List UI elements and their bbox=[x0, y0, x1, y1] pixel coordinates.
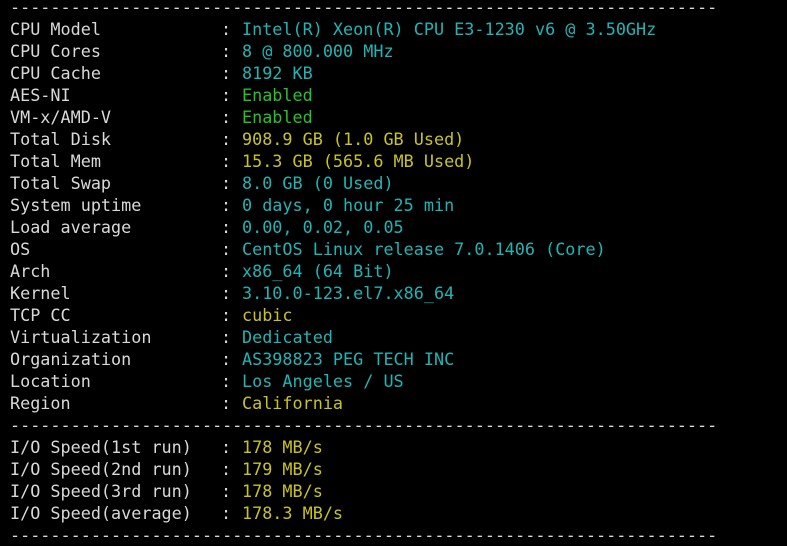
row-value: 15.3 GB (565.6 MB Used) bbox=[242, 151, 475, 171]
row-value: 3.10.0-123.el7.x86_64 bbox=[242, 283, 455, 303]
row-value: 8192 KB bbox=[242, 63, 313, 83]
colon: : bbox=[221, 261, 232, 281]
row-io-run2: I/O Speed(2nd run):179 MB/s bbox=[10, 458, 785, 480]
row-label: Location bbox=[10, 371, 91, 391]
row-value: 178 MB/s bbox=[242, 481, 323, 501]
colon: : bbox=[221, 41, 232, 61]
row-value: CentOS Linux release 7.0.1406 (Core) bbox=[242, 239, 606, 259]
row-label: Organization bbox=[10, 349, 132, 369]
row-virtualization: Virtualization: Dedicated bbox=[10, 326, 785, 348]
row-region: Region: California bbox=[10, 392, 785, 414]
row-total-swap: Total Swap:8.0 GB (0 Used) bbox=[10, 172, 785, 194]
colon: : bbox=[221, 327, 232, 347]
row-label: Kernel bbox=[10, 283, 71, 303]
row-label: Total Mem bbox=[10, 151, 101, 171]
row-kernel: Kernel:3.10.0-123.el7.x86_64 bbox=[10, 282, 785, 304]
colon: : bbox=[221, 283, 232, 303]
row-value: AS398823 PEG TECH INC bbox=[242, 349, 455, 369]
row-io-average: I/O Speed(average):178.3 MB/s bbox=[10, 502, 785, 524]
row-value: 178.3 MB/s bbox=[242, 503, 344, 523]
colon: : bbox=[221, 349, 232, 369]
row-value: 0 days, 0 hour 25 min bbox=[242, 195, 455, 215]
colon: : bbox=[221, 459, 232, 479]
row-value: 178 MB/s bbox=[242, 437, 323, 457]
colon: : bbox=[221, 239, 232, 259]
row-label: I/O Speed(1st run) bbox=[10, 437, 192, 457]
row-value: cubic bbox=[242, 305, 293, 325]
row-value: x86_64 (64 Bit) bbox=[242, 261, 394, 281]
row-value: Los Angeles / US bbox=[242, 371, 404, 391]
row-value: California bbox=[242, 393, 344, 413]
row-value: 908.9 GB (1.0 GB Used) bbox=[242, 129, 465, 149]
row-arch: Arch: x86_64 (64 Bit) bbox=[10, 260, 785, 282]
row-io-run1: I/O Speed(1st run):178 MB/s bbox=[10, 436, 785, 458]
row-label: Virtualization bbox=[10, 327, 152, 347]
row-label: CPU Model bbox=[10, 19, 101, 39]
row-label: VM-x/AMD-V bbox=[10, 107, 112, 127]
terminal-output: ----------------------------------------… bbox=[10, 0, 785, 546]
row-tcp-cc: TCP CC: cubic bbox=[10, 304, 785, 326]
row-label: I/O Speed(average) bbox=[10, 503, 192, 523]
row-cpu-cache: CPU Cache:8192 KB bbox=[10, 62, 785, 84]
row-value: Enabled bbox=[242, 107, 313, 127]
colon: : bbox=[221, 173, 232, 193]
row-value: 8 @ 800.000 MHz bbox=[242, 41, 394, 61]
row-total-disk: Total Disk:908.9 GB (1.0 GB Used) bbox=[10, 128, 785, 150]
colon: : bbox=[221, 85, 232, 105]
row-value: Dedicated bbox=[242, 327, 333, 347]
colon: : bbox=[221, 305, 232, 325]
colon: : bbox=[221, 129, 232, 149]
separator-line: ----------------------------------------… bbox=[10, 0, 718, 17]
row-value: Enabled bbox=[242, 85, 313, 105]
row-label: Region bbox=[10, 393, 71, 413]
separator-line: ----------------------------------------… bbox=[10, 415, 718, 435]
row-load-average: Load average:0.00, 0.02, 0.05 bbox=[10, 216, 785, 238]
colon: : bbox=[221, 393, 232, 413]
row-label: Total Disk bbox=[10, 129, 112, 149]
row-value: Intel(R) Xeon(R) CPU E3-1230 v6 @ 3.50GH… bbox=[242, 19, 657, 39]
colon: : bbox=[221, 19, 232, 39]
row-io-run3: I/O Speed(3rd run):178 MB/s bbox=[10, 480, 785, 502]
colon: : bbox=[221, 481, 232, 501]
row-label: System uptime bbox=[10, 195, 142, 215]
row-label: Total Swap bbox=[10, 173, 112, 193]
row-location: Location: Los Angeles / US bbox=[10, 370, 785, 392]
row-aes-ni: AES-NI: Enabled bbox=[10, 84, 785, 106]
row-organization: Organization: AS398823 PEG TECH INC bbox=[10, 348, 785, 370]
colon: : bbox=[221, 437, 232, 457]
row-label: CPU Cores bbox=[10, 41, 101, 61]
row-total-mem: Total Mem:15.3 GB (565.6 MB Used) bbox=[10, 150, 785, 172]
colon: : bbox=[221, 371, 232, 391]
colon: : bbox=[221, 107, 232, 127]
row-label: AES-NI bbox=[10, 85, 71, 105]
row-label: I/O Speed(2nd run) bbox=[10, 459, 192, 479]
row-label: TCP CC bbox=[10, 305, 71, 325]
colon: : bbox=[221, 503, 232, 523]
row-value: 179 MB/s bbox=[242, 459, 323, 479]
colon: : bbox=[221, 195, 232, 215]
row-uptime: System uptime:0 days, 0 hour 25 min bbox=[10, 194, 785, 216]
colon: : bbox=[221, 151, 232, 171]
colon: : bbox=[221, 63, 232, 83]
separator-line: ----------------------------------------… bbox=[10, 525, 718, 545]
row-label: Arch bbox=[10, 261, 51, 281]
row-value: 0.00, 0.02, 0.05 bbox=[242, 217, 404, 237]
row-os: OS: CentOS Linux release 7.0.1406 (Core) bbox=[10, 238, 785, 260]
row-label: I/O Speed(3rd run) bbox=[10, 481, 192, 501]
row-cpu-model: CPU Model: Intel(R) Xeon(R) CPU E3-1230 v… bbox=[10, 18, 785, 40]
row-value: 8.0 GB (0 Used) bbox=[242, 173, 394, 193]
row-cpu-cores: CPU Cores:8 @ 800.000 MHz bbox=[10, 40, 785, 62]
row-label: CPU Cache bbox=[10, 63, 101, 83]
colon: : bbox=[221, 217, 232, 237]
row-label: Load average bbox=[10, 217, 132, 237]
row-label: OS bbox=[10, 239, 31, 259]
row-vmx: VM-x/AMD-V: Enabled bbox=[10, 106, 785, 128]
